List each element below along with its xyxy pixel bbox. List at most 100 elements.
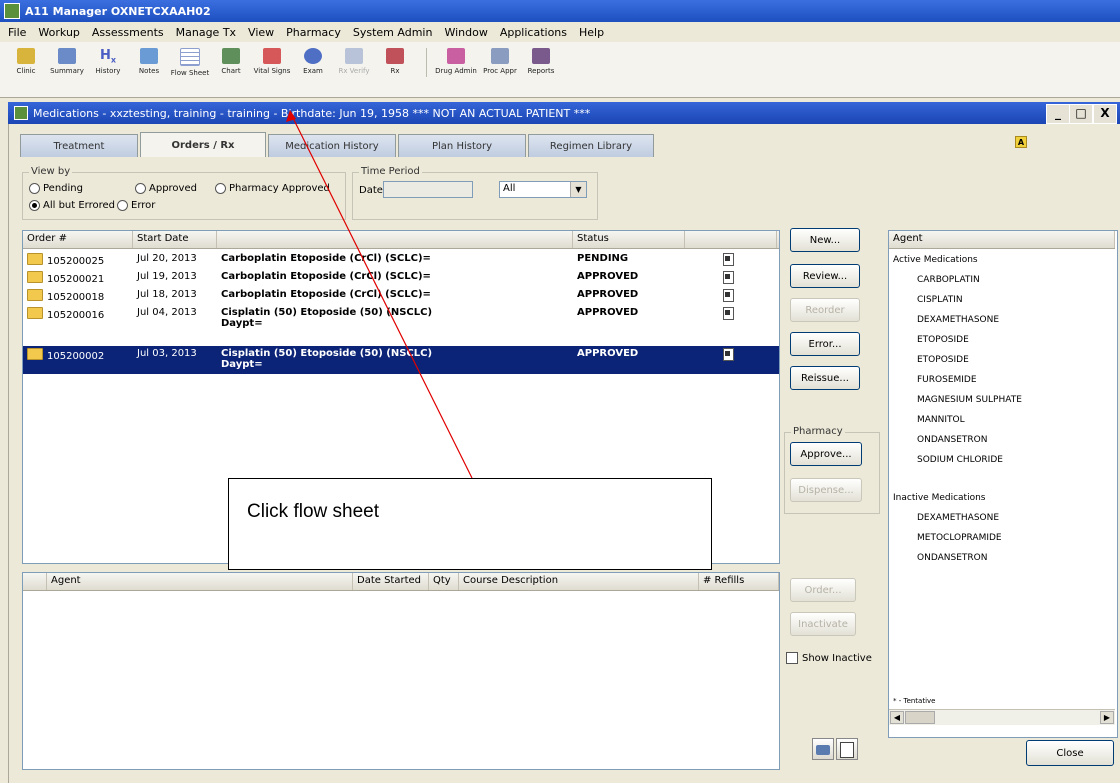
radio-error[interactable]: Error: [117, 200, 155, 211]
rx-verify-icon: [345, 48, 363, 64]
menu-workup[interactable]: Workup: [32, 26, 85, 39]
show-inactive-checkbox[interactable]: Show Inactive: [786, 652, 872, 664]
printer-icon: [816, 745, 830, 755]
col-start-date[interactable]: Start Date: [133, 231, 217, 248]
toolbar-vital-signs-button[interactable]: Vital Signs: [254, 48, 290, 75]
toolbar-reports-button[interactable]: Reports: [523, 48, 559, 75]
tab-plan-history[interactable]: Plan History: [398, 134, 526, 157]
col-agent[interactable]: Agent: [47, 573, 353, 590]
radio-label: Approved: [149, 183, 197, 194]
tab-medication-history[interactable]: Medication History: [268, 134, 396, 157]
reissue-button[interactable]: Reissue...: [790, 366, 860, 390]
inactive-medication-item[interactable]: METOCLOPRAMIDE: [917, 533, 1002, 543]
order-row-selected[interactable]: 105200002 Jul 03, 2013 Cisplatin (50) Et…: [23, 346, 779, 374]
maximize-button[interactable]: □: [1069, 104, 1093, 124]
active-medication-item[interactable]: MAGNESIUM SULPHATE: [917, 395, 1022, 405]
scroll-left-icon[interactable]: ◀: [890, 711, 904, 724]
tab-orders-rx[interactable]: Orders / Rx: [140, 132, 266, 157]
status-cell: APPROVED: [577, 289, 639, 300]
new-button[interactable]: New...: [790, 228, 860, 252]
toolbar-label: Vital Signs: [253, 67, 291, 75]
menu-window[interactable]: Window: [438, 26, 493, 39]
col-order-number[interactable]: Order #: [23, 231, 133, 248]
toolbar-chart-button[interactable]: Chart: [213, 48, 249, 75]
col-refills[interactable]: # Refills: [699, 573, 779, 590]
active-medication-item[interactable]: ETOPOSIDE: [917, 355, 969, 365]
date-label: Date: [359, 185, 383, 196]
toolbar-flow-sheet-button[interactable]: Flow Sheet: [171, 48, 209, 77]
menu-assessments[interactable]: Assessments: [86, 26, 170, 39]
menu-pharmacy[interactable]: Pharmacy: [280, 26, 347, 39]
order-row[interactable]: 105200021 Jul 19, 2013 Carboplatin Etopo…: [23, 269, 779, 286]
active-medication-item[interactable]: SODIUM CHLORIDE: [917, 455, 1003, 465]
scroll-right-icon[interactable]: ▶: [1100, 711, 1114, 724]
toolbar-clinic-button[interactable]: Clinic: [8, 48, 44, 75]
menu-system-admin[interactable]: System Admin: [347, 26, 439, 39]
document-icon[interactable]: [723, 307, 734, 320]
alert-icon[interactable]: A: [1015, 136, 1027, 148]
col-description[interactable]: [217, 231, 573, 248]
toolbar-drug-admin-button[interactable]: Drug Admin: [435, 48, 477, 75]
col-course-description[interactable]: Course Description: [459, 573, 699, 590]
col-agent-list[interactable]: Agent: [889, 231, 1115, 248]
active-medication-item[interactable]: ETOPOSIDE: [917, 335, 969, 345]
close-window-button[interactable]: X: [1093, 104, 1117, 124]
order-row[interactable]: 105200016 Jul 04, 2013 Cisplatin (50) Et…: [23, 305, 779, 333]
agent-list-scrollbar[interactable]: ◀ ▶: [889, 709, 1115, 725]
print-button[interactable]: [812, 738, 834, 760]
review-button[interactable]: Review...: [790, 264, 860, 288]
inactive-medication-item[interactable]: DEXAMETHASONE: [917, 513, 999, 523]
preview-button[interactable]: [836, 738, 858, 760]
minimize-button[interactable]: _: [1046, 104, 1070, 124]
start-date-cell: Jul 19, 2013: [137, 271, 197, 282]
col-date-started[interactable]: Date Started: [353, 573, 429, 590]
toolbar-summary-button[interactable]: Summary: [49, 48, 85, 75]
toolbar-label: History: [95, 67, 121, 75]
document-icon[interactable]: [723, 253, 734, 266]
order-row[interactable]: 105200025 Jul 20, 2013 Carboplatin Etopo…: [23, 251, 779, 268]
active-medication-item[interactable]: CARBOPLATIN: [917, 275, 980, 285]
radio-pending[interactable]: Pending: [29, 183, 83, 194]
toolbar-rx-button[interactable]: Rx: [377, 48, 413, 75]
col-document[interactable]: [685, 231, 777, 248]
active-medication-item[interactable]: CISPLATIN: [917, 295, 963, 305]
menu-applications[interactable]: Applications: [494, 26, 573, 39]
scroll-thumb[interactable]: [905, 711, 935, 724]
toolbar-notes-button[interactable]: Notes: [131, 48, 167, 75]
close-button[interactable]: Close: [1026, 740, 1114, 766]
toolbar-proc-appr-button[interactable]: Proc Appr: [482, 48, 518, 75]
active-medication-item[interactable]: FUROSEMIDE: [917, 375, 977, 385]
menu-help[interactable]: Help: [573, 26, 610, 39]
active-medication-item[interactable]: MANNITOL: [917, 415, 965, 425]
date-input[interactable]: [383, 181, 473, 198]
document-icon[interactable]: [723, 348, 734, 361]
time-period-select[interactable]: All ▼: [499, 181, 587, 198]
tab-regimen-library[interactable]: Regimen Library: [528, 134, 654, 157]
document-cell: [685, 251, 777, 268]
active-medication-item[interactable]: ONDANSETRON: [917, 435, 987, 445]
document-icon[interactable]: [723, 271, 734, 284]
menu-manage-tx[interactable]: Manage Tx: [170, 26, 242, 39]
document-icon[interactable]: [723, 289, 734, 302]
toolbar-exam-button[interactable]: Exam: [295, 48, 331, 75]
order-number: 105200025: [47, 256, 105, 267]
order-number: 105200021: [47, 274, 105, 285]
radio-all-but-errored[interactable]: All but Errored: [29, 200, 115, 211]
chevron-down-icon[interactable]: ▼: [570, 182, 586, 197]
tab-treatment[interactable]: Treatment: [20, 134, 138, 157]
col-status[interactable]: Status: [573, 231, 685, 248]
col-qty[interactable]: Qty: [429, 573, 459, 590]
inactive-medication-item[interactable]: ONDANSETRON: [917, 553, 987, 563]
menu-file[interactable]: File: [2, 26, 32, 39]
menu-view[interactable]: View: [242, 26, 280, 39]
active-medication-item[interactable]: DEXAMETHASONE: [917, 315, 999, 325]
reorder-button: Reorder: [790, 298, 860, 322]
status-cell: APPROVED: [577, 348, 639, 359]
toolbar-history-button[interactable]: Hx History: [90, 48, 126, 75]
error-button[interactable]: Error...: [790, 332, 860, 356]
radio-pharmacy-approved[interactable]: Pharmacy Approved: [215, 183, 330, 194]
order-row[interactable]: 105200018 Jul 18, 2013 Carboplatin Etopo…: [23, 287, 779, 304]
orders-grid-header: Order # Start Date Status: [23, 231, 779, 249]
radio-approved[interactable]: Approved: [135, 183, 197, 194]
approve-button[interactable]: Approve...: [790, 442, 862, 466]
